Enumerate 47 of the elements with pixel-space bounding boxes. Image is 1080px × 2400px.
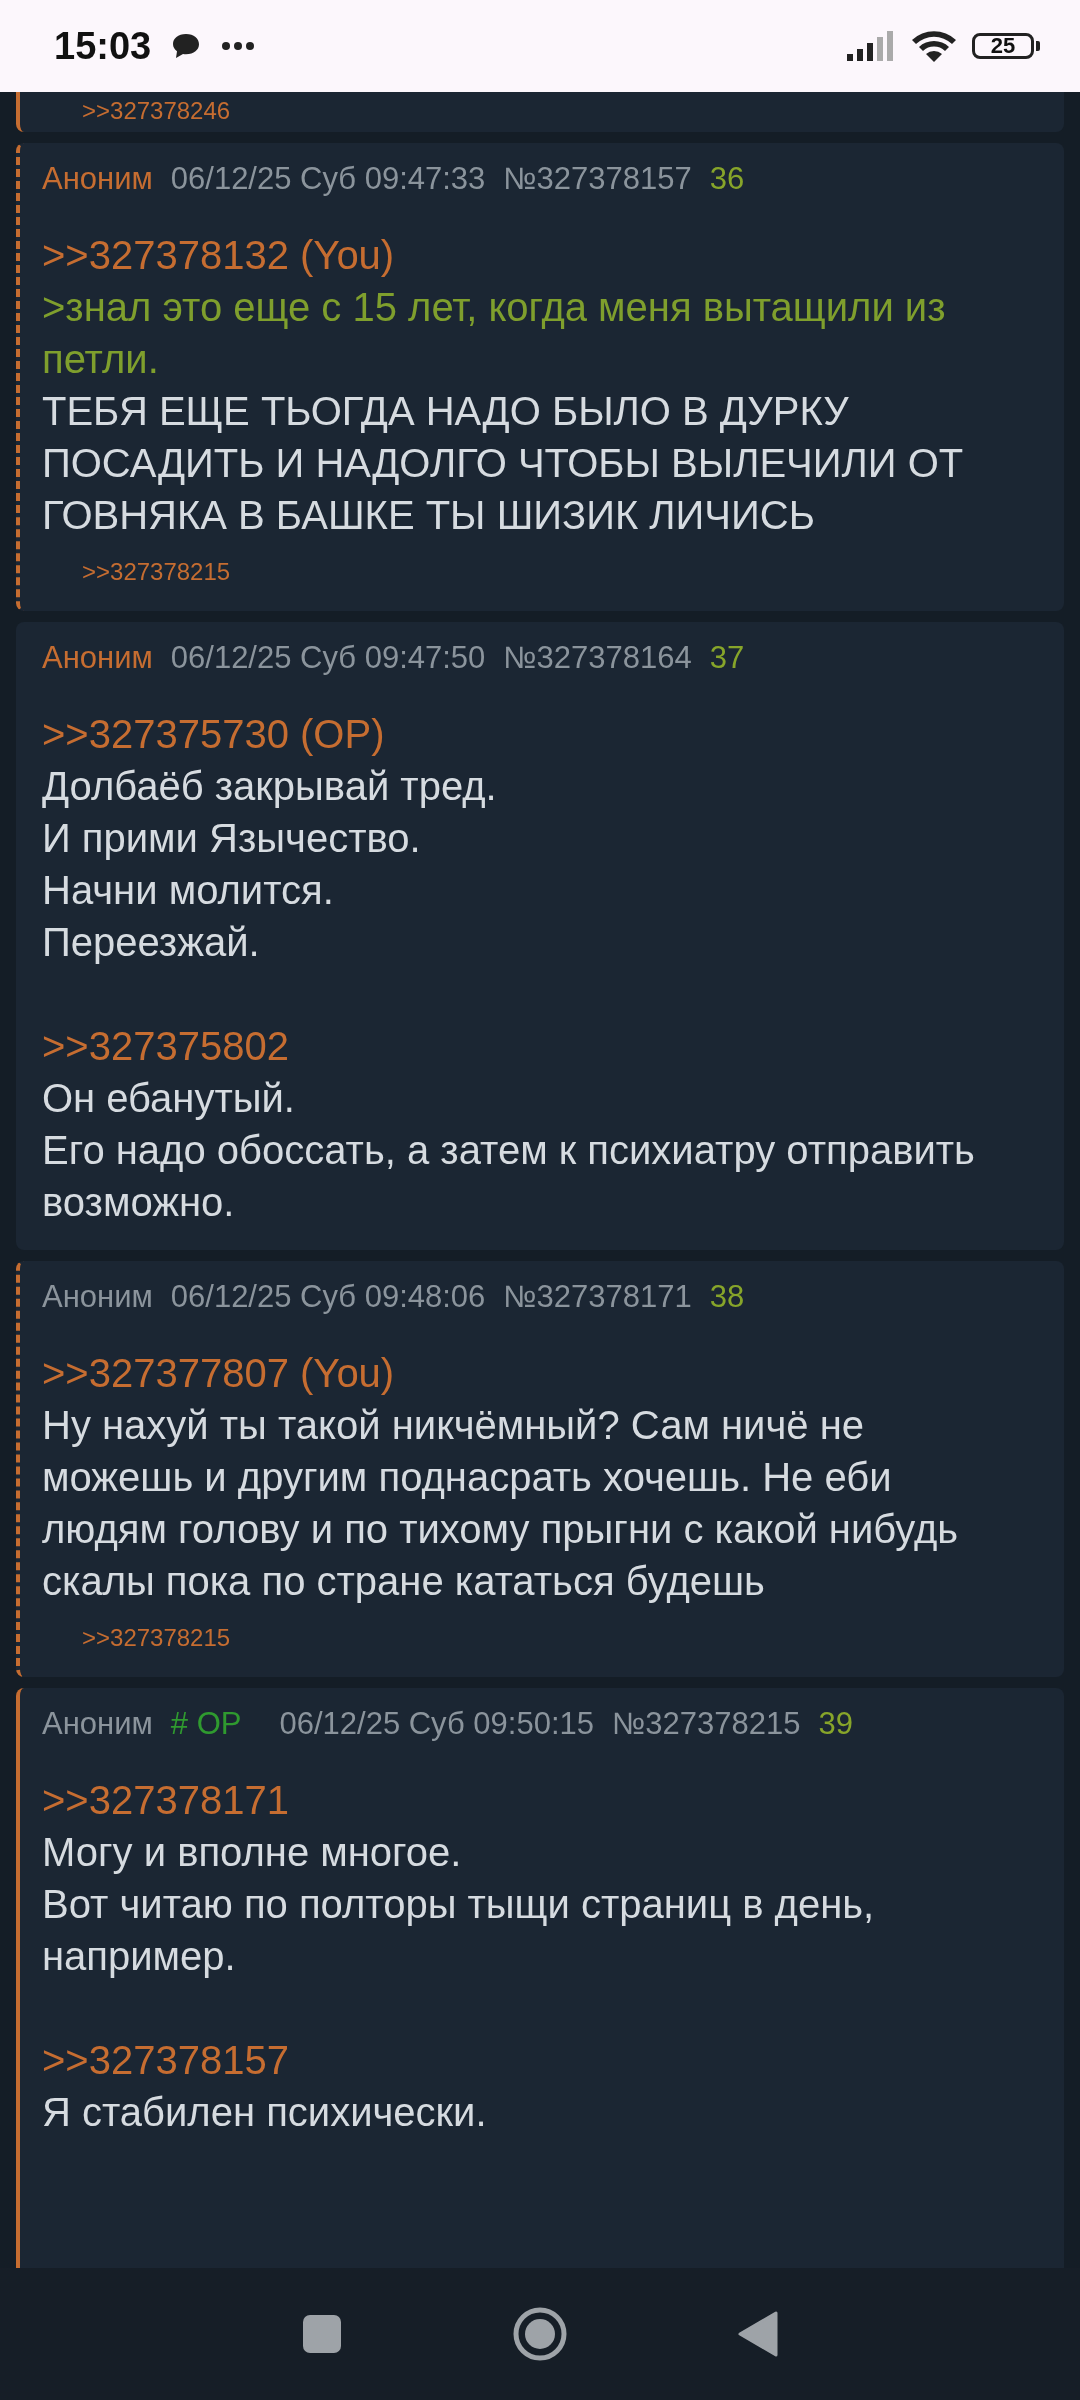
poster-name: Аноним <box>42 160 153 198</box>
chat-bubble-icon <box>171 32 202 60</box>
message-text: Ну нахуй ты такой никчёмный? Сам ничё не можешь и другим поднасрать хочешь. Не еби людям голову и по тихому прыгни с какой нибудь скалы пока по стране кататься будешь <box>42 1402 960 1605</box>
home-button[interactable] <box>512 2306 568 2362</box>
backlink[interactable]: >>327378246 <box>82 94 231 128</box>
post-count: 38 <box>709 1278 745 1316</box>
message-text: Начни молится. <box>42 867 335 914</box>
post-count: 37 <box>709 639 745 677</box>
reply-link[interactable]: >>327375802 <box>42 1020 289 1072</box>
message-text: Его надо обоссать, а затем к психиатру отправить возможно. <box>42 1127 976 1226</box>
recent-apps-button[interactable] <box>302 2314 342 2354</box>
backlink[interactable]: >>327378215 <box>82 1621 231 1655</box>
post-number[interactable]: №327378157 <box>503 157 692 201</box>
reply-link[interactable]: >>327377807 (You) <box>42 1347 395 1399</box>
message-text: И прими Язычество. <box>42 815 422 862</box>
message-text: Переезжай. <box>42 919 261 966</box>
post-date: 06/12/25 Суб 09:47:33 <box>170 160 486 198</box>
signal-icon <box>846 30 896 62</box>
op-tag: # OP <box>170 1702 242 1746</box>
message-text: Могу и вполне многое. <box>42 1829 463 1876</box>
post-count: 39 <box>818 1705 853 1743</box>
reply-link[interactable]: >>327378157 <box>42 2034 289 2086</box>
poster-name: Аноним <box>42 1278 153 1316</box>
post-date: 06/12/25 Суб 09:48:06 <box>170 1278 486 1316</box>
reply-link[interactable]: >>327378132 (You) <box>42 229 395 281</box>
reply-link[interactable]: >>327375730 (OP) <box>42 708 385 760</box>
message-text: Он ебанутый. <box>42 1075 296 1122</box>
backlink[interactable]: >>327378215 <box>82 555 231 589</box>
message-text: Долбаёб закрывай тред. <box>42 763 498 810</box>
message-text: ТЕБЯ ЕЩЕ ТЬОГДА НАДО БЫЛО В ДУРКУ ПОСАДИТЬ И НАДОЛГО ЧТОБЫ ВЫЛЕЧИЛИ ОТ ГОВНЯКА В БАШКЕ ТЫ ШИЗИК ЛИЧИСЬ <box>42 388 965 539</box>
poster-name: Аноним <box>42 639 153 677</box>
post-date: 06/12/25 Суб 09:50:15 <box>279 1705 594 1743</box>
post-date: 06/12/25 Суб 09:47:50 <box>170 639 486 677</box>
more-dots-icon <box>221 41 256 51</box>
clock-time: 15:03 <box>54 24 152 68</box>
reply-link[interactable]: >>327378171 <box>42 1774 289 1826</box>
quote-text: >знал это еще с 15 лет, когда меня вытащили из петли. <box>42 284 947 383</box>
post-number[interactable]: №327378215 <box>612 1702 801 1746</box>
poster-name: Аноним <box>42 1705 153 1743</box>
post-count: 36 <box>709 160 745 198</box>
message-text: Я стабилен психически. <box>42 2089 488 2136</box>
message-text: Вот читаю по полторы тыщи страниц в день, например. <box>42 1881 876 1980</box>
back-button[interactable] <box>738 2311 778 2357</box>
post-number[interactable]: №327378171 <box>503 1275 692 1319</box>
wifi-icon <box>910 28 958 64</box>
post-number[interactable]: №327378164 <box>503 636 692 680</box>
battery-level: 25 <box>972 33 1034 59</box>
